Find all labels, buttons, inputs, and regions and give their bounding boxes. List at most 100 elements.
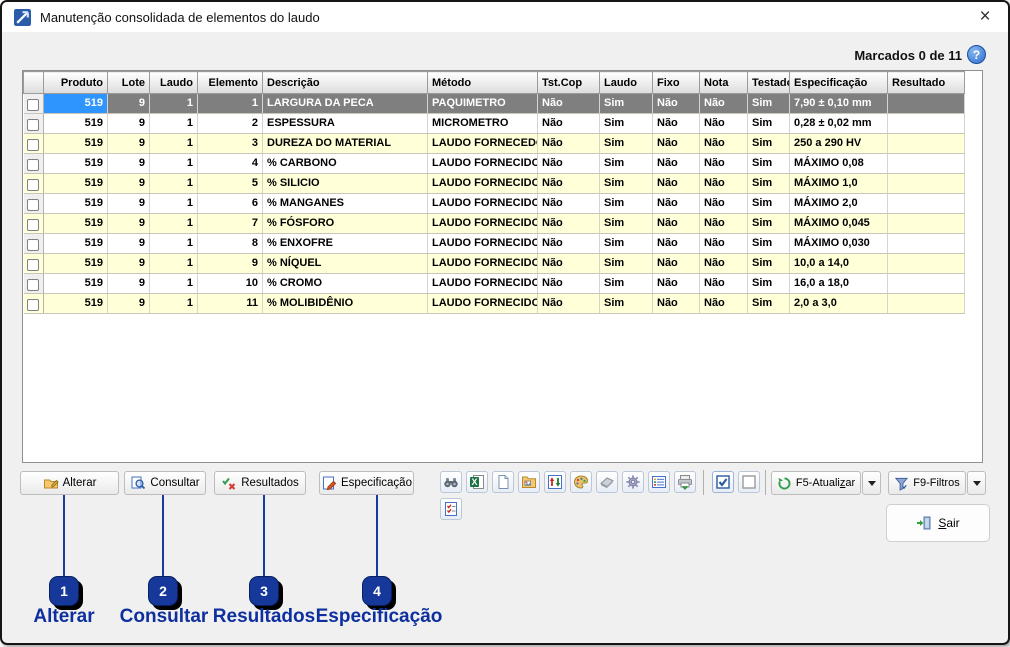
row-checkbox[interactable] (27, 279, 39, 291)
cell-especificacao[interactable]: 2,0 a 3,0 (790, 294, 888, 314)
table-row[interactable]: 519919% NÍQUELLAUDO FORNECIDONãoSimNãoNã… (24, 254, 965, 274)
row-checkbox-cell[interactable] (24, 94, 44, 114)
cell-lote[interactable]: 9 (108, 274, 150, 294)
cell-lote[interactable]: 9 (108, 94, 150, 114)
table-row[interactable]: 519911LARGURA DA PECAPAQUIMETRONãoSimNão… (24, 94, 965, 114)
cell-produto[interactable]: 519 (44, 154, 108, 174)
cell-elemento[interactable]: 4 (198, 154, 263, 174)
cell-elemento[interactable]: 9 (198, 254, 263, 274)
cell-resultado[interactable] (888, 174, 965, 194)
cell-descricao[interactable]: % MOLIBIDÊNIO (263, 294, 428, 314)
cell-tst-cop[interactable]: Não (538, 134, 600, 154)
cell-laudo2[interactable]: Sim (600, 214, 653, 234)
cell-metodo[interactable]: LAUDO FORNECIDO (428, 174, 538, 194)
cell-tst-cop[interactable]: Não (538, 294, 600, 314)
cell-especificacao[interactable]: 16,0 a 18,0 (790, 274, 888, 294)
f9-filters-button[interactable]: F9-Filtros (888, 471, 966, 495)
column-header-tst-cop[interactable]: Tst.Cop (538, 72, 600, 94)
cell-resultado[interactable] (888, 94, 965, 114)
checklist-icon[interactable] (440, 498, 462, 520)
cell-fixo[interactable]: Não (653, 294, 700, 314)
cell-metodo[interactable]: LAUDO FORNECIDO (428, 154, 538, 174)
cell-especificacao[interactable]: 0,28 ± 0,02 mm (790, 114, 888, 134)
table-row[interactable]: 519912ESPESSURAMICROMETRONãoSimNãoNãoSim… (24, 114, 965, 134)
cell-descricao[interactable]: % ENXOFRE (263, 234, 428, 254)
cell-produto[interactable]: 519 (44, 134, 108, 154)
cell-tst-cop[interactable]: Não (538, 254, 600, 274)
cell-nota[interactable]: Não (700, 254, 748, 274)
cell-laudo[interactable]: 1 (150, 174, 198, 194)
cell-produto[interactable]: 519 (44, 174, 108, 194)
table-row[interactable]: 519917% FÓSFOROLAUDO FORNECIDONãoSimNãoN… (24, 214, 965, 234)
cell-descricao[interactable]: % NÍQUEL (263, 254, 428, 274)
row-checkbox[interactable] (27, 139, 39, 151)
folder-image-icon[interactable] (518, 471, 540, 493)
column-header-resultado[interactable]: Resultado (888, 72, 965, 94)
cell-lote[interactable]: 9 (108, 254, 150, 274)
table-row[interactable]: 5199110% CROMOLAUDO FORNECIDONãoSimNãoNã… (24, 274, 965, 294)
cell-resultado[interactable] (888, 274, 965, 294)
sair-button[interactable]: Sair (886, 504, 990, 542)
cell-lote[interactable]: 9 (108, 214, 150, 234)
cell-fixo[interactable]: Não (653, 154, 700, 174)
column-header-nota[interactable]: Nota (700, 72, 748, 94)
cell-especificacao[interactable]: MÁXIMO 0,08 (790, 154, 888, 174)
palette-icon[interactable] (570, 471, 592, 493)
row-checkbox-cell[interactable] (24, 134, 44, 154)
cell-lote[interactable]: 9 (108, 114, 150, 134)
cell-tst-cop[interactable]: Não (538, 114, 600, 134)
column-header-laudo-flag[interactable]: Laudo (600, 72, 653, 94)
cell-especificacao[interactable]: 10,0 a 14,0 (790, 254, 888, 274)
cell-elemento[interactable]: 5 (198, 174, 263, 194)
column-header-select[interactable] (24, 72, 44, 94)
cell-testado[interactable]: Sim (748, 274, 790, 294)
cell-especificacao[interactable]: 7,90 ± 0,10 mm (790, 94, 888, 114)
row-checkbox-cell[interactable] (24, 274, 44, 294)
table-row[interactable]: 5199111% MOLIBIDÊNIOLAUDO FORNECIDONãoSi… (24, 294, 965, 314)
cell-descricao[interactable]: LARGURA DA PECA (263, 94, 428, 114)
cell-fixo[interactable]: Não (653, 94, 700, 114)
column-header-laudo[interactable]: Laudo (150, 72, 198, 94)
excel-export-icon[interactable]: X (466, 471, 488, 493)
row-checkbox-cell[interactable] (24, 114, 44, 134)
cell-tst-cop[interactable]: Não (538, 174, 600, 194)
cell-nota[interactable]: Não (700, 194, 748, 214)
cell-resultado[interactable] (888, 154, 965, 174)
settings-gear-icon[interactable] (622, 471, 644, 493)
cell-elemento[interactable]: 1 (198, 94, 263, 114)
cell-especificacao[interactable]: 250 a 290 HV (790, 134, 888, 154)
cell-laudo2[interactable]: Sim (600, 294, 653, 314)
cell-metodo[interactable]: PAQUIMETRO (428, 94, 538, 114)
eraser-icon[interactable] (596, 471, 618, 493)
cell-resultado[interactable] (888, 114, 965, 134)
cell-fixo[interactable]: Não (653, 274, 700, 294)
row-checkbox[interactable] (27, 259, 39, 271)
row-checkbox-cell[interactable] (24, 154, 44, 174)
row-checkbox[interactable] (27, 99, 39, 111)
cell-lote[interactable]: 9 (108, 154, 150, 174)
cell-tst-cop[interactable]: Não (538, 214, 600, 234)
cell-nota[interactable]: Não (700, 94, 748, 114)
table-row[interactable]: 519914% CARBONOLAUDO FORNECIDONãoSimNãoN… (24, 154, 965, 174)
table-row[interactable]: 519913DUREZA DO MATERIALLAUDO FORNECEDON… (24, 134, 965, 154)
column-header-especificacao[interactable]: Especificação (790, 72, 888, 94)
cell-testado[interactable]: Sim (748, 94, 790, 114)
cell-laudo[interactable]: 1 (150, 134, 198, 154)
cell-laudo[interactable]: 1 (150, 94, 198, 114)
grid-options-icon[interactable] (648, 471, 670, 493)
cell-elemento[interactable]: 2 (198, 114, 263, 134)
cell-produto[interactable]: 519 (44, 294, 108, 314)
cell-fixo[interactable]: Não (653, 114, 700, 134)
row-checkbox-cell[interactable] (24, 234, 44, 254)
table-row[interactable]: 519918% ENXOFRELAUDO FORNECIDONãoSimNãoN… (24, 234, 965, 254)
cell-nota[interactable]: Não (700, 154, 748, 174)
cell-nota[interactable]: Não (700, 114, 748, 134)
cell-tst-cop[interactable]: Não (538, 234, 600, 254)
cell-nota[interactable]: Não (700, 174, 748, 194)
cell-nota[interactable]: Não (700, 134, 748, 154)
cell-metodo[interactable]: LAUDO FORNECIDO (428, 254, 538, 274)
table-row[interactable]: 519915% SILICIOLAUDO FORNECIDONãoSimNãoN… (24, 174, 965, 194)
row-checkbox[interactable] (27, 159, 39, 171)
help-icon[interactable]: ? (967, 45, 986, 64)
cell-testado[interactable]: Sim (748, 254, 790, 274)
